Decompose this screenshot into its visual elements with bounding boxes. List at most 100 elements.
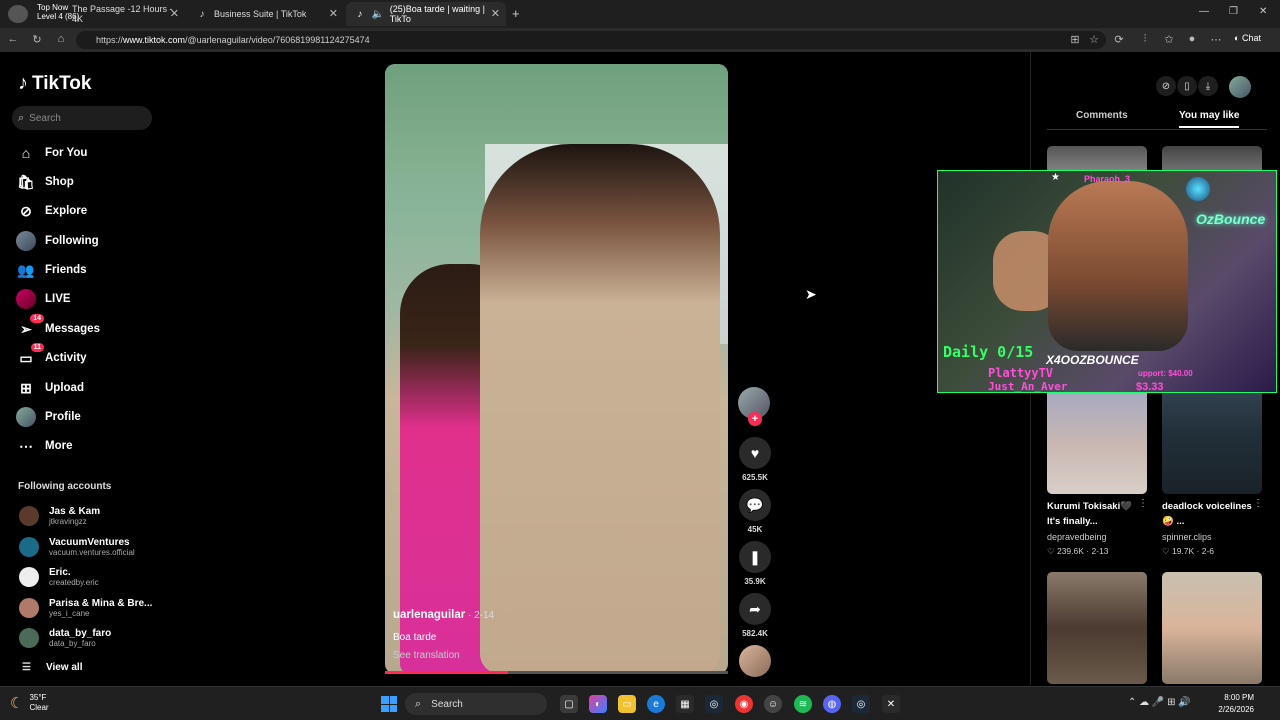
account-name: data_by_faro	[49, 627, 112, 639]
view-all-link[interactable]: ☰ View all	[22, 662, 82, 673]
following-account[interactable]: Parisa & Mina & Bre... yes_i_cane	[19, 595, 152, 621]
following-account[interactable]: Jas & Kam jtkravingzz	[19, 503, 100, 529]
more-menu-icon[interactable]: ⋯	[1209, 33, 1223, 46]
temperature: 35°F	[29, 693, 47, 702]
task-view-icon[interactable]: ▢	[560, 695, 578, 713]
avatar[interactable]	[1229, 76, 1251, 98]
tab-you-may-like[interactable]: You may like	[1179, 110, 1240, 128]
home-icon: ⌂	[21, 145, 31, 161]
taskbar-search[interactable]: ⌕ Search	[405, 693, 547, 715]
video-player[interactable]	[385, 64, 728, 674]
close-icon[interactable]: ✕	[170, 7, 179, 20]
sidebar-item-shop[interactable]: 🛍 Shop	[16, 171, 74, 193]
weather-condition: Clear	[29, 703, 49, 712]
minimize-icon[interactable]: —	[1199, 6, 1209, 17]
window-close-icon[interactable]: ✕	[1259, 6, 1267, 17]
sidebar-item-messages[interactable]: ➢ 14 Messages	[16, 314, 100, 340]
new-tab-plus-icon[interactable]: +	[512, 6, 520, 21]
messages-badge: 14	[30, 314, 44, 323]
sidebar-item-activity[interactable]: ▭ 11 Activity	[16, 343, 87, 369]
stream-channel: Pharaoh_3	[1084, 174, 1131, 184]
tab-the-passage[interactable]: The Passage -12 Hours - 4K ✕	[60, 2, 185, 26]
refresh-icon[interactable]: ↻	[30, 33, 44, 46]
app-available-icon[interactable]: ⊞	[1068, 33, 1082, 46]
tab-business-suite[interactable]: ♪ Business Suite | TikTok ✕	[188, 2, 344, 26]
sidebar-item-more[interactable]: ⋯ More	[16, 435, 72, 457]
spotify-icon[interactable]: ≋	[794, 695, 812, 713]
device-icon[interactable]: ▯	[1177, 76, 1197, 96]
restore-icon[interactable]: ❐	[1229, 6, 1238, 17]
favorite-star-icon[interactable]: ☆	[1087, 33, 1101, 46]
search-input[interactable]: ⌕ Search	[12, 106, 152, 130]
tab-comments[interactable]: Comments	[1076, 110, 1128, 121]
video-progress-bar[interactable]	[385, 671, 728, 674]
share-button[interactable]: ➦ 582.4K	[739, 593, 771, 638]
search-icon: ⌕	[415, 697, 422, 710]
sidebar-item-following[interactable]: Following	[16, 230, 99, 252]
following-accounts-heading: Following accounts	[18, 481, 112, 492]
xbox-icon[interactable]: ✕	[882, 695, 900, 713]
neon-sign: OzBounce	[1196, 211, 1266, 227]
weather-widget[interactable]: ☾ 35°F Clear	[10, 693, 49, 713]
video-card-author[interactable]: depravedbeing	[1047, 532, 1107, 542]
address-bar[interactable]: https://www.tiktok.com/@uarlenaguilar/vi…	[76, 31, 1106, 49]
favorites-icon[interactable]: ✩	[1162, 33, 1176, 46]
following-account[interactable]: data_by_faro data_by_faro	[19, 625, 111, 651]
video-card-title[interactable]: Kurumi Tokisaki🖤 It's finally...	[1047, 499, 1145, 529]
follow-plus-icon[interactable]: +	[748, 412, 762, 426]
sidebar-item-friends[interactable]: 👥 Friends	[16, 259, 86, 281]
home-icon[interactable]: ⌂	[54, 33, 68, 45]
back-icon[interactable]: ←	[6, 33, 20, 45]
close-icon[interactable]: ✕	[329, 7, 338, 20]
video-author[interactable]: uarlenaguilar · 2-14	[393, 609, 494, 621]
like-button[interactable]: ♥ 625.5K	[739, 437, 771, 482]
sidebar-item-profile[interactable]: Profile	[16, 406, 81, 428]
compass-icon[interactable]: ⊘	[1156, 76, 1176, 96]
sidebar-item-upload[interactable]: ⊞ Upload	[16, 377, 84, 399]
save-button[interactable]: ❚ 35.9K	[739, 541, 771, 586]
account-name: VacuumVentures	[49, 536, 130, 548]
video-thumbnail[interactable]	[1162, 572, 1262, 684]
tiktok-icon: ♪	[18, 72, 28, 94]
extensions-icon[interactable]: ⟳	[1112, 33, 1126, 46]
following-account[interactable]: Eric. createdby.eric	[19, 564, 99, 590]
avatar	[19, 598, 39, 618]
steam-icon[interactable]: ◎	[705, 695, 723, 713]
stream-tip: $3.33	[1136, 381, 1164, 393]
chrome-icon[interactable]: ◉	[735, 695, 753, 713]
app-icon[interactable]: ☺	[764, 695, 782, 713]
system-tray[interactable]: ⌃ ☁ 🎤 ⊞ 🔊	[1128, 697, 1191, 708]
stream-overlay: OzBounce ★ Pharaoh_3 Daily 0/15 X4OOZBOU…	[937, 170, 1277, 393]
see-translation-link[interactable]: See translation	[393, 650, 460, 661]
sound-avatar[interactable]	[739, 645, 771, 677]
following-account[interactable]: VacuumVentures vacuum.ventures.official	[19, 534, 135, 560]
profile-avatar-icon[interactable]: ●	[1185, 33, 1199, 45]
store-icon[interactable]: ▦	[676, 695, 694, 713]
video-card-author[interactable]: spinner.clips	[1162, 532, 1212, 542]
download-icon[interactable]: ⤓	[1198, 76, 1218, 96]
sidebar-item-explore[interactable]: ⊘ Explore	[16, 200, 87, 222]
sidebar-item-for-you[interactable]: ⌂ For You	[16, 142, 88, 164]
file-explorer-icon[interactable]: ▭	[618, 695, 636, 713]
more-options-icon[interactable]: ⋮	[1138, 498, 1148, 509]
speaker-icon[interactable]: 🔈	[372, 8, 384, 20]
tab-boa-tarde[interactable]: ♪ 🔈 (25)Boa tarde | waiting | TikTo ✕	[346, 2, 506, 26]
more-options-icon[interactable]: ⋮	[1253, 498, 1263, 509]
steam-icon[interactable]: ◎	[852, 695, 870, 713]
copilot-chat-button[interactable]: ◐ Chat	[1234, 33, 1261, 43]
close-icon[interactable]: ✕	[491, 7, 500, 20]
tiktok-logo[interactable]: ♪ TikTok	[18, 72, 91, 95]
clock[interactable]: 8:00 PM 2/26/2026	[1200, 692, 1254, 716]
discord-icon[interactable]: ◍	[823, 695, 841, 713]
bookmark-icon: ❚	[739, 541, 771, 573]
comment-button[interactable]: 💬 45K	[739, 489, 771, 534]
start-button[interactable]	[381, 696, 397, 712]
shop-icon: 🛍	[17, 173, 35, 190]
video-card-title[interactable]: deadlock voicelines🤪 ...	[1162, 499, 1260, 529]
profile-avatar-icon[interactable]	[8, 5, 28, 23]
split-screen-icon[interactable]: ⫶	[1138, 33, 1152, 46]
edge-browser-icon[interactable]: e	[647, 695, 665, 713]
video-thumbnail[interactable]	[1047, 572, 1147, 684]
copilot-icon[interactable]: ◐	[589, 695, 607, 713]
sidebar-item-live[interactable]: LIVE	[16, 288, 71, 310]
